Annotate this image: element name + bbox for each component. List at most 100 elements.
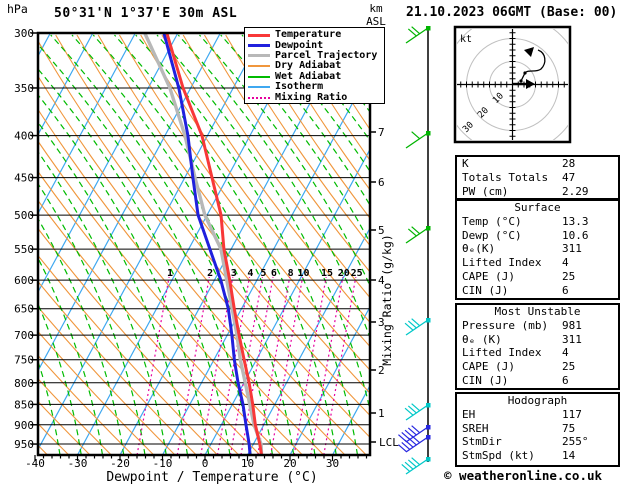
- hodograph-ring-label: 10: [491, 91, 506, 106]
- panel-row-value: 25: [562, 269, 576, 283]
- legend-item: Isotherm: [245, 82, 384, 92]
- panel-row: StmSpd (kt) 14: [457, 449, 618, 463]
- panel-row: Dewp (°C) 10.6: [457, 229, 618, 243]
- panel-row-label: CIN (J): [462, 373, 509, 387]
- legend-item: Temperature: [245, 30, 384, 40]
- panel-row: CIN (J) 6: [457, 284, 618, 298]
- pressure-tick-label: 500: [14, 209, 34, 222]
- legend-line-sample: [248, 96, 270, 99]
- legend-item-label: Dry Adiabat: [275, 60, 342, 72]
- wind-barb-staff: [405, 132, 429, 149]
- pressure-tick-label: 950: [14, 438, 34, 451]
- legend-item: Dry Adiabat: [245, 61, 384, 71]
- x-tick-label: -40: [25, 457, 45, 470]
- hodograph-ring-label: 20: [476, 106, 491, 121]
- legend-line-sample: [248, 65, 270, 68]
- mixing-ratio-label: 8: [288, 268, 294, 279]
- panel-row-value: 10.6: [562, 228, 589, 242]
- panel-row-label: Totals Totals: [462, 170, 549, 184]
- hodograph-trace-point: [519, 79, 523, 83]
- dry-adiabat-line: [38, 227, 240, 455]
- panel-row: SREH 75: [457, 422, 618, 436]
- legend-item: Mixing Ratio: [245, 92, 384, 102]
- mixing-ratio-label: 25: [351, 268, 363, 279]
- panel-row: Pressure (mb) 981: [457, 319, 618, 333]
- km-tick-label: 1: [378, 407, 385, 420]
- panel-row: Totals Totals 47: [457, 171, 618, 185]
- x-tick-label: 20: [283, 457, 296, 470]
- panel-row-value: 117: [562, 407, 582, 421]
- mixing-axis-title: Mixing Ratio (g/kg): [380, 234, 394, 366]
- x-tick-label: -10: [153, 457, 173, 470]
- panel-row-label: CIN (J): [462, 283, 509, 297]
- panel-row-label: K: [462, 157, 469, 170]
- panel-section-title: Hodograph: [507, 394, 568, 407]
- panel-row-value: 6: [562, 283, 569, 297]
- legend-line-sample: [248, 86, 270, 89]
- x-tick-label: 10: [241, 457, 254, 470]
- pressure-tick-label: 400: [14, 130, 34, 143]
- pressure-tick-label: 700: [14, 329, 34, 342]
- mixing-ratio-line: [293, 276, 327, 455]
- mixing-ratio-label: 10: [298, 268, 310, 279]
- pressure-tick-label: 750: [14, 354, 34, 367]
- km-tick-label: 6: [378, 176, 385, 189]
- panel-row: StmDir 255°: [457, 435, 618, 449]
- pressure-tick-label: 350: [14, 82, 34, 95]
- panel-row: θₑ(K) 311: [457, 242, 618, 256]
- hodograph-table: Hodograph EH 117 SREH 75 StmDir 255° StmSpd (kt…: [455, 392, 620, 467]
- hodograph-storm-arrowhead: [526, 79, 535, 89]
- panel-section-title: Most Unstable: [494, 305, 581, 318]
- wind-barb-column: [398, 26, 431, 475]
- kt-label: kt: [460, 34, 472, 45]
- panel-row-value: 28: [562, 157, 576, 170]
- panel-row-value: 255°: [562, 435, 589, 449]
- isotherm-line: [38, 33, 264, 451]
- panel-row-label: CAPE (J): [462, 269, 515, 283]
- legend-line-sample: [248, 75, 270, 78]
- panel-row: θₑ (K) 311: [457, 333, 618, 347]
- panel-row-label: Pressure (mb): [462, 318, 549, 332]
- pressure-tick-label: 800: [14, 377, 34, 390]
- panel-row-label: Temp (°C): [462, 214, 522, 228]
- x-tick-label: 30: [326, 457, 339, 470]
- skewt-sounding-page: 300 350 400 450 500 550 600 650 700 750 800 850 900 9…: [0, 0, 629, 486]
- panel-row-label: θₑ (K): [462, 332, 502, 346]
- panel-row: EH 117: [457, 408, 618, 422]
- panel-row-label: Dewp (°C): [462, 228, 522, 242]
- panel-row-value: 14: [562, 449, 576, 463]
- mixing-ratio-label: 2: [207, 268, 213, 279]
- panel-row-value: 13.3: [562, 214, 589, 228]
- panel-row-label: Lifted Index: [462, 346, 542, 360]
- surface-table: Surface Temp (°C) 13.3 Dewp (°C) 10.6 θₑ(K) 31…: [455, 199, 620, 300]
- pressure-tick-label: 550: [14, 243, 34, 256]
- legend: Temperature Dewpoint Parcel Trajectory Dry …: [244, 27, 385, 104]
- legend-item-label: Isotherm: [275, 81, 324, 93]
- pressure-tick-label: 900: [14, 419, 34, 432]
- mixing-ratio-label: 6: [271, 268, 277, 279]
- x-tick-label: -30: [68, 457, 88, 470]
- panel-row: CAPE (J) 25: [457, 270, 618, 284]
- km-tick-label: 7: [378, 126, 385, 139]
- panel-row: Temp (°C) 13.3: [457, 215, 618, 229]
- panel-row-value: 47: [562, 170, 576, 184]
- mixing-ratio-label: 5: [260, 268, 266, 279]
- panel-row-label: EH: [462, 407, 476, 421]
- wind-barb-feather: [411, 131, 421, 140]
- panel-row: CAPE (J) 25: [457, 360, 618, 374]
- panel-row-value: 311: [562, 242, 582, 256]
- panel-row-value: 981: [562, 318, 582, 332]
- panel-row-value: 6: [562, 373, 569, 387]
- legend-item-label: Mixing Ratio: [275, 91, 348, 103]
- legend-item-label: Temperature: [275, 29, 342, 41]
- mixing-ratio-label: 4: [247, 268, 253, 279]
- mixing-ratio-label: 15: [321, 268, 333, 279]
- x-tick-label: 0: [202, 457, 209, 470]
- pressure-tick-label: 450: [14, 172, 34, 185]
- legend-line-sample: [248, 44, 270, 48]
- panel-row-value: 25: [562, 360, 576, 374]
- panel-row-label: θₑ(K): [462, 242, 496, 256]
- panel-row-label: Lifted Index: [462, 256, 542, 270]
- copyright: © weatheronline.co.uk: [444, 468, 603, 483]
- panel-row: PW (cm) 2.29: [457, 185, 618, 199]
